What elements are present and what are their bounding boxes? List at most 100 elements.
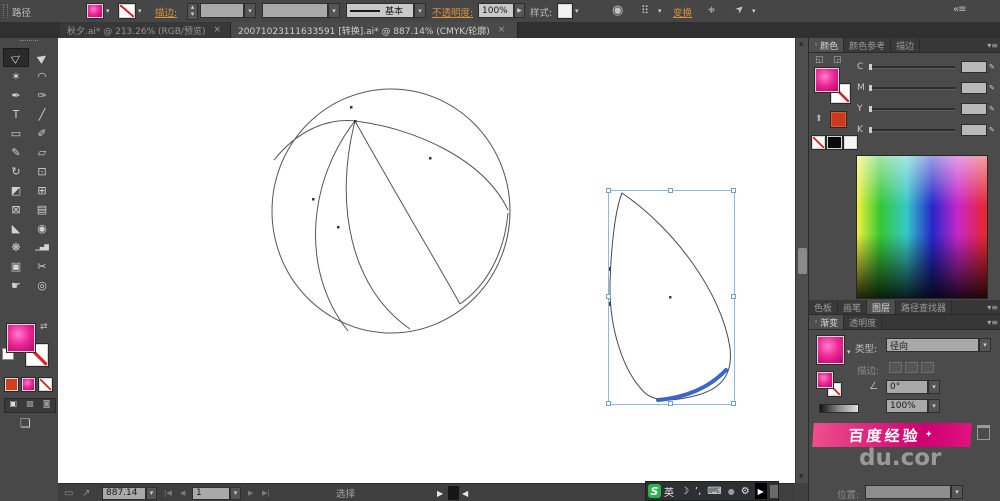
eyedropper-tool[interactable]: ◣ bbox=[3, 219, 29, 238]
close-tab-icon[interactable]: × bbox=[498, 25, 506, 35]
magic-wand-tool[interactable]: ✶ bbox=[3, 67, 29, 86]
stroke-weight-stepper[interactable]: ▴ ▾ bbox=[187, 3, 198, 20]
gradient-tool[interactable]: ▤ bbox=[29, 200, 55, 219]
draw-behind-icon[interactable]: ▩ bbox=[22, 399, 39, 412]
ime-expand-icon[interactable]: ▶ bbox=[754, 483, 767, 499]
gradient-preview-swatch[interactable] bbox=[816, 335, 845, 365]
artboard-canvas[interactable] bbox=[58, 38, 795, 483]
column-graph-tool[interactable]: ▁▄▇ bbox=[29, 238, 55, 257]
skin-icon[interactable]: ● bbox=[728, 487, 735, 496]
document-tab-active[interactable]: 20071023111633591 [转换].ai* @ 887.14% (CM… bbox=[231, 22, 518, 38]
white-swatch[interactable] bbox=[843, 135, 858, 150]
last-artboard-icon[interactable]: ▶| bbox=[262, 489, 270, 497]
channel-slider-marker[interactable] bbox=[869, 105, 872, 112]
draw-normal-icon[interactable]: ▣ bbox=[5, 399, 22, 412]
tab-stroke[interactable]: 描边 bbox=[891, 38, 921, 52]
swap-fill-stroke-icon[interactable]: ⇄ bbox=[40, 322, 48, 332]
channel-slider-marker[interactable] bbox=[869, 84, 872, 91]
selection-handle[interactable] bbox=[606, 401, 611, 406]
slice-tool[interactable]: ✂ bbox=[29, 257, 55, 276]
none-button[interactable] bbox=[38, 377, 53, 392]
stroke-gradient-option-2[interactable] bbox=[905, 362, 918, 373]
sphere-segment-curve[interactable] bbox=[354, 120, 509, 211]
style-dropdown-arrow-icon[interactable]: ▾ bbox=[575, 7, 579, 15]
panel-menu-icon[interactable]: ▾≡ bbox=[987, 41, 998, 50]
artboard-number-dropdown[interactable]: ▾ bbox=[230, 486, 241, 500]
pencil-tool[interactable]: ✎ bbox=[3, 143, 29, 162]
trash-icon[interactable] bbox=[977, 425, 990, 440]
punctuation-icon[interactable]: ’, bbox=[695, 486, 701, 497]
close-tab-icon[interactable]: × bbox=[213, 25, 221, 35]
channel-slider[interactable] bbox=[869, 84, 955, 91]
hscroll-left-icon[interactable]: ◀ bbox=[462, 489, 468, 498]
tab-swatches[interactable]: 色板 bbox=[809, 300, 839, 314]
brush-definition-field[interactable]: 基本 bbox=[346, 3, 414, 18]
rectangle-tool[interactable]: ▭ bbox=[3, 124, 29, 143]
color-spectrum-picker[interactable] bbox=[856, 155, 988, 299]
selection-handle[interactable] bbox=[731, 401, 736, 406]
vertical-scrollbar[interactable]: ▲ ▼ bbox=[795, 38, 809, 483]
stroke-weight-field[interactable] bbox=[200, 3, 244, 18]
gradient-position-dropdown[interactable]: ▾ bbox=[951, 485, 963, 499]
stroke-dropdown-arrow-icon[interactable]: ▾ bbox=[138, 7, 142, 15]
sogou-logo-icon[interactable]: S bbox=[648, 484, 661, 498]
isolate-selection-arrow-icon[interactable]: ▾ bbox=[752, 7, 756, 15]
eraser-tool[interactable]: ▱ bbox=[29, 143, 55, 162]
direct-selection-tool[interactable]: ▷ bbox=[3, 48, 29, 67]
pen-tool[interactable]: ✒ bbox=[3, 86, 29, 105]
scroll-up-icon[interactable]: ▲ bbox=[799, 40, 804, 47]
stroke-weight-link[interactable]: 描边: bbox=[155, 5, 177, 19]
fill-color-swatch[interactable] bbox=[86, 3, 104, 19]
artboard-tool[interactable]: ▣ bbox=[3, 257, 29, 276]
rotate-tool[interactable]: ↻ bbox=[3, 162, 29, 181]
channel-slider[interactable] bbox=[869, 105, 955, 112]
horizontal-scroll-thumb[interactable] bbox=[448, 486, 459, 500]
channel-slider[interactable] bbox=[869, 63, 955, 70]
fill-proxy-swatch[interactable] bbox=[6, 323, 36, 353]
spin-down-icon[interactable]: ▾ bbox=[188, 11, 197, 18]
zoom-level-dropdown[interactable]: ▾ bbox=[146, 486, 157, 500]
selection-handle[interactable] bbox=[731, 294, 736, 299]
tools-panel-grip[interactable] bbox=[20, 40, 38, 44]
isolate-selection-icon[interactable]: ➤ bbox=[733, 3, 746, 17]
vertical-scroll-thumb[interactable] bbox=[798, 248, 807, 274]
hscroll-right-icon[interactable]: ▶ bbox=[437, 489, 443, 498]
panel-menu-icon[interactable]: ▾≡ bbox=[987, 303, 998, 312]
color-button[interactable] bbox=[4, 377, 19, 392]
swap-colors-icon[interactable]: ⬆ bbox=[815, 114, 823, 124]
last-color-swatch[interactable] bbox=[830, 111, 847, 128]
opacity-field[interactable]: 100% bbox=[478, 3, 514, 18]
symbol-sprayer-tool[interactable]: ❋ bbox=[3, 238, 29, 257]
curvature-pen-tool[interactable]: ✑ bbox=[29, 86, 55, 105]
next-artboard-icon[interactable]: ▶ bbox=[248, 489, 253, 497]
first-artboard-icon[interactable]: |◀ bbox=[164, 489, 172, 497]
pages-icon[interactable]: ▭ bbox=[64, 488, 73, 499]
paintbrush-tool[interactable]: ✐ bbox=[29, 124, 55, 143]
screen-mode-icon[interactable]: ❏ bbox=[20, 416, 31, 430]
channel-value-field[interactable] bbox=[961, 82, 987, 94]
selection-handle[interactable] bbox=[606, 294, 611, 299]
keyboard-icon[interactable]: ⌨ bbox=[707, 486, 721, 497]
gradient-angle-dropdown[interactable]: ▾ bbox=[928, 380, 940, 394]
gradient-slider-mini[interactable] bbox=[819, 404, 859, 413]
channel-value-field[interactable] bbox=[961, 61, 987, 73]
variable-width-profile-field[interactable] bbox=[262, 3, 328, 18]
variable-width-profile-dropdown[interactable]: ▾ bbox=[328, 3, 340, 18]
gradient-position-field[interactable] bbox=[865, 485, 951, 499]
stroke-gradient-option-1[interactable] bbox=[889, 362, 902, 373]
tab-layers[interactable]: 图层 bbox=[867, 300, 897, 314]
gradient-angle-field[interactable]: 0° bbox=[886, 380, 928, 394]
sphere-outline[interactable] bbox=[271, 88, 511, 334]
selection-handle[interactable] bbox=[606, 188, 611, 193]
brush-definition-dropdown[interactable]: ▾ bbox=[414, 3, 426, 18]
selection-bounding-box[interactable] bbox=[608, 190, 735, 405]
ime-status-box[interactable] bbox=[769, 484, 778, 498]
draw-inside-icon[interactable]: ◙ bbox=[38, 399, 55, 412]
gradient-type-dropdown[interactable]: ▾ bbox=[979, 338, 991, 352]
fill-dropdown-arrow-icon[interactable]: ▾ bbox=[106, 7, 110, 15]
mesh-tool[interactable]: ⊠ bbox=[3, 200, 29, 219]
scroll-down-icon[interactable]: ▼ bbox=[799, 473, 804, 480]
toolbox-icon[interactable]: ⚙ bbox=[741, 486, 750, 497]
shape-builder-tool[interactable]: ◩ bbox=[3, 181, 29, 200]
align-options-icon[interactable]: ⠿ bbox=[641, 4, 649, 17]
